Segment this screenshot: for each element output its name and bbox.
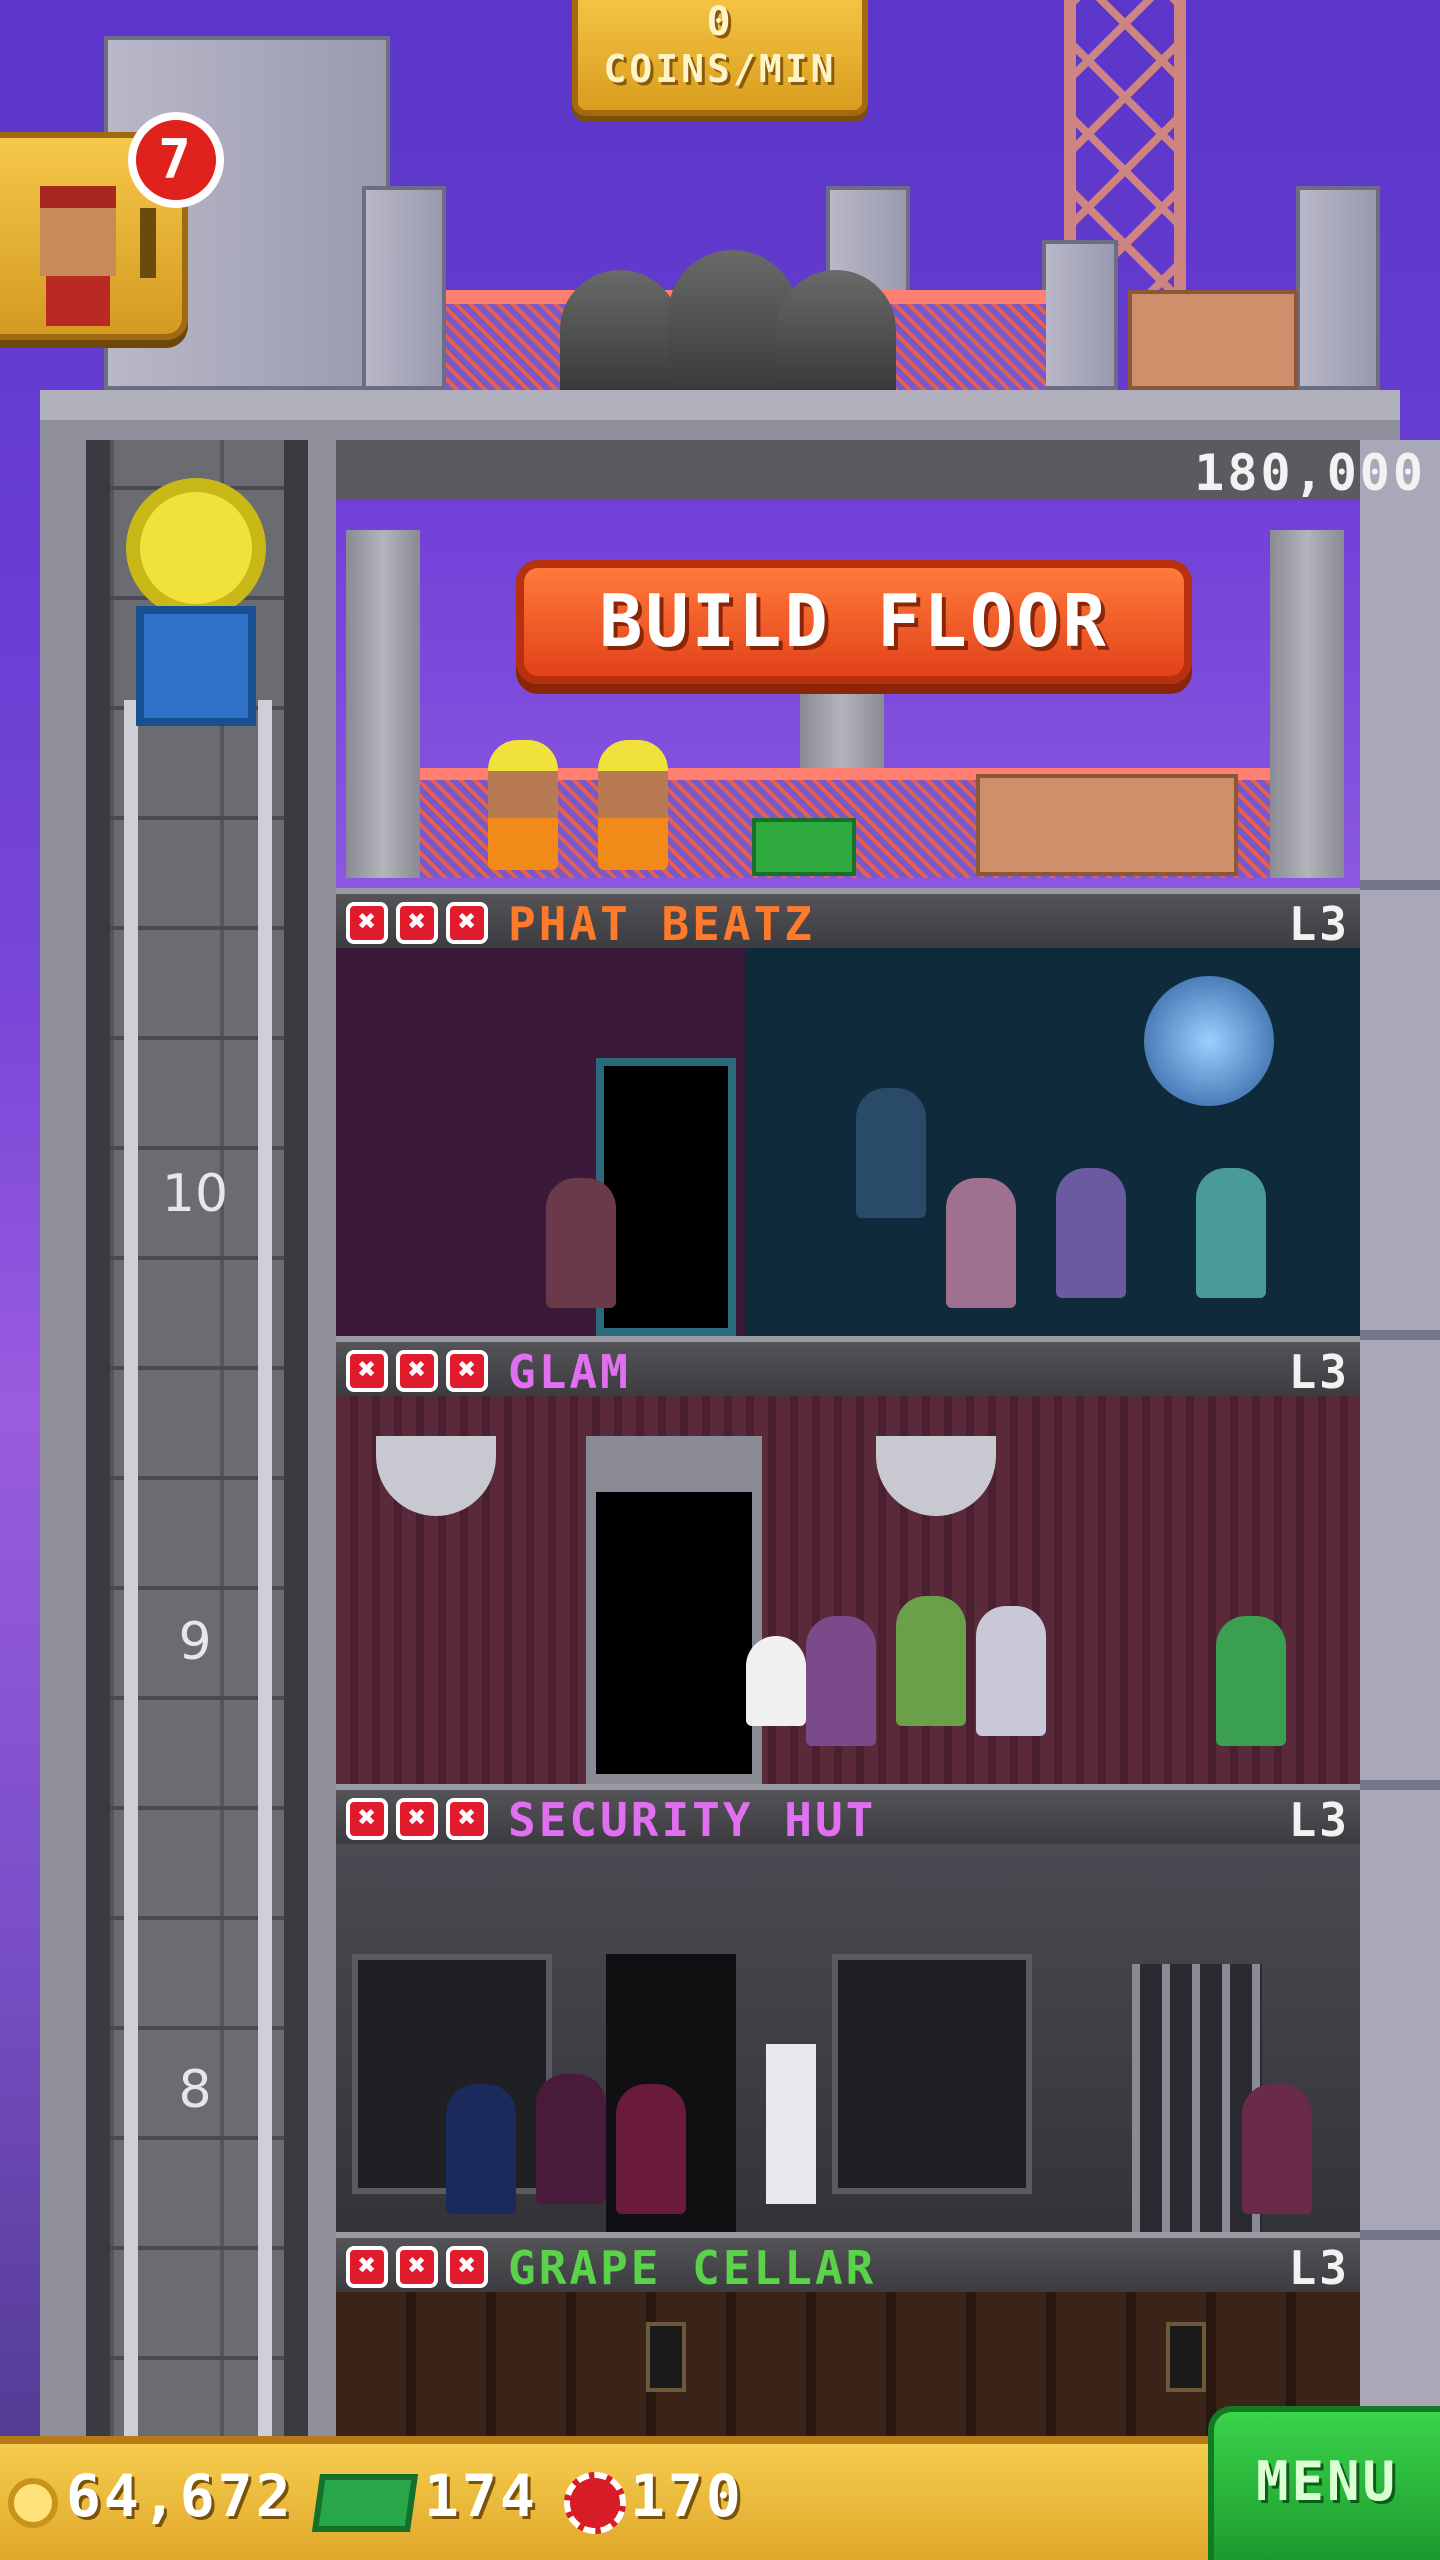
notification-badge: 7 bbox=[128, 112, 224, 208]
bellhop-icon bbox=[40, 186, 116, 276]
floor-label-bar: ✖ ✖ ✖ GLAM L3 bbox=[336, 1336, 1360, 1399]
elevator-car bbox=[136, 606, 256, 726]
lantern bbox=[646, 2322, 686, 2392]
floor-phat-beatz[interactable]: ✖ ✖ ✖ PHAT BEATZ L3 bbox=[336, 888, 1360, 1336]
floor-name: GRAPE CELLAR bbox=[508, 2241, 877, 2295]
tower-bux-icon bbox=[311, 2474, 419, 2532]
coins-per-minute-display: 0 COINS/MIN bbox=[572, 0, 868, 116]
elevator-floor-number: 8 bbox=[178, 2060, 212, 2120]
floor-room bbox=[336, 1844, 1360, 2232]
resident bbox=[946, 1178, 1016, 1308]
floor-stars: ✖ ✖ ✖ bbox=[346, 1798, 496, 1840]
star-icon: ✖ bbox=[396, 2246, 438, 2288]
resident bbox=[746, 1636, 806, 1726]
monitor-bank bbox=[832, 1954, 1032, 2194]
toolbox bbox=[752, 818, 856, 876]
build-floor-button[interactable]: BUILD FLOOR bbox=[516, 560, 1192, 684]
floor-label-bar: ✖ ✖ ✖ GRAPE CELLAR L3 bbox=[336, 2232, 1360, 2295]
star-icon: ✖ bbox=[446, 1350, 488, 1392]
star-icon: ✖ bbox=[346, 1350, 388, 1392]
background-building bbox=[1296, 186, 1380, 390]
resident bbox=[616, 2084, 686, 2214]
background-building bbox=[1042, 240, 1118, 390]
menu-button[interactable]: MENU bbox=[1208, 2406, 1440, 2560]
construction-worker bbox=[598, 740, 668, 870]
floor-security-hut[interactable]: ✖ ✖ ✖ SECURITY HUT L3 bbox=[336, 1784, 1360, 2232]
chandelier bbox=[376, 1436, 496, 1516]
floor-stars: ✖ ✖ ✖ bbox=[346, 2246, 496, 2288]
star-icon: ✖ bbox=[346, 902, 388, 944]
doorway bbox=[596, 1058, 736, 1336]
star-icon: ✖ bbox=[396, 1798, 438, 1840]
resident bbox=[806, 1616, 876, 1746]
floor-level: L3 bbox=[1288, 1345, 1350, 1399]
floor-label-bar: ✖ ✖ ✖ SECURITY HUT L3 bbox=[336, 1784, 1360, 1847]
elevator-floor-number: 10 bbox=[161, 1164, 229, 1224]
resident bbox=[896, 1596, 966, 1726]
bellhop-uniform bbox=[46, 276, 110, 326]
construction-worker bbox=[488, 740, 558, 870]
crates bbox=[976, 774, 1238, 876]
build-floor-cost: 180,000 bbox=[1194, 444, 1426, 502]
elevator-floor-number: 9 bbox=[178, 1612, 212, 1672]
chips-count: 170 bbox=[630, 2462, 744, 2530]
floor-level: L3 bbox=[1288, 897, 1350, 951]
elevator-cable-left bbox=[124, 700, 138, 2470]
background-building bbox=[362, 186, 446, 390]
lantern bbox=[1166, 2322, 1206, 2392]
support-pillar bbox=[1270, 530, 1344, 878]
rooftop-crates bbox=[1128, 290, 1298, 390]
elevator-icon bbox=[126, 478, 266, 618]
floor-stars: ✖ ✖ ✖ bbox=[346, 1350, 496, 1392]
star-icon: ✖ bbox=[396, 902, 438, 944]
disco-ball bbox=[1144, 976, 1274, 1106]
resident bbox=[1056, 1168, 1126, 1298]
star-icon: ✖ bbox=[446, 1798, 488, 1840]
resident bbox=[1242, 2084, 1312, 2214]
star-icon: ✖ bbox=[346, 1798, 388, 1840]
resource-bar: 64,672 174 170 bbox=[0, 2436, 1210, 2560]
resident bbox=[1216, 1616, 1286, 1746]
star-icon: ✖ bbox=[446, 902, 488, 944]
elevator[interactable] bbox=[96, 466, 296, 766]
coins-per-minute-label: COINS/MIN bbox=[603, 47, 837, 91]
floor-grape-cellar[interactable]: ✖ ✖ ✖ GRAPE CELLAR L3 bbox=[336, 2232, 1360, 2436]
star-icon: ✖ bbox=[346, 2246, 388, 2288]
floor-glam[interactable]: ✖ ✖ ✖ GLAM L3 bbox=[336, 1336, 1360, 1784]
floor-room bbox=[336, 2292, 1360, 2436]
elevator-cable-right bbox=[258, 700, 272, 2470]
floor-stars: ✖ ✖ ✖ bbox=[346, 902, 496, 944]
rooftop-domes bbox=[560, 250, 900, 390]
resident bbox=[1196, 1168, 1266, 1298]
coins-per-minute-value: 0 bbox=[706, 0, 734, 45]
water-cooler bbox=[766, 2044, 816, 2204]
floor-level: L3 bbox=[1288, 1793, 1350, 1847]
floor-name: SECURITY HUT bbox=[508, 1793, 877, 1847]
star-icon: ✖ bbox=[396, 1350, 438, 1392]
doorway bbox=[586, 1436, 762, 1784]
floor-name: PHAT BEATZ bbox=[508, 897, 815, 951]
coins-count: 64,672 bbox=[66, 2462, 294, 2530]
tower-bux-count: 174 bbox=[424, 2462, 538, 2530]
floor-name: GLAM bbox=[508, 1345, 631, 1399]
star-icon: ✖ bbox=[446, 2246, 488, 2288]
resident bbox=[976, 1606, 1046, 1736]
alert-icon bbox=[140, 208, 156, 278]
resident bbox=[856, 1088, 926, 1218]
support-pillar bbox=[346, 530, 420, 878]
resident bbox=[446, 2084, 516, 2214]
chandelier bbox=[876, 1436, 996, 1516]
tower-right-rail bbox=[1360, 440, 1440, 2470]
floor-room bbox=[336, 1396, 1360, 1784]
floor-room bbox=[336, 948, 1360, 1336]
coin-icon bbox=[8, 2478, 58, 2528]
resident bbox=[536, 2074, 606, 2204]
resident bbox=[546, 1178, 616, 1308]
floor-label-bar: ✖ ✖ ✖ PHAT BEATZ L3 bbox=[336, 888, 1360, 951]
poker-chip-icon bbox=[564, 2472, 626, 2534]
floor-level: L3 bbox=[1288, 2241, 1350, 2295]
